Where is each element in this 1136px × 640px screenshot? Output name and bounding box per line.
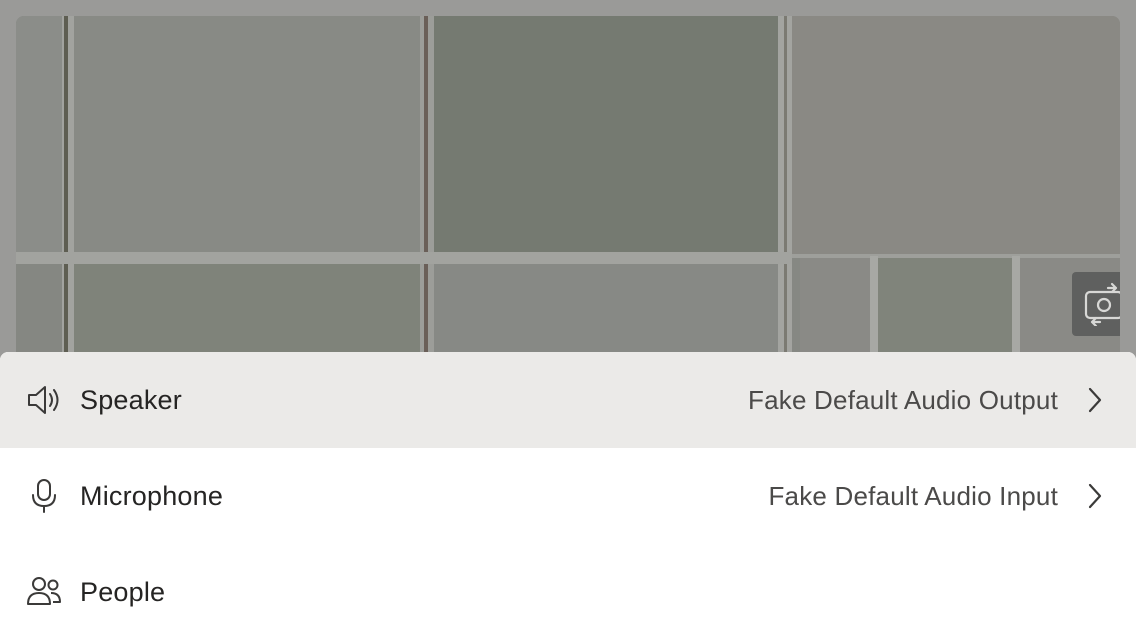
- switch-camera-icon: [1084, 282, 1120, 326]
- camera-preview: [16, 16, 1120, 376]
- switch-camera-button[interactable]: [1072, 272, 1120, 336]
- speaker-device-value: Fake Default Audio Output: [748, 384, 1058, 415]
- people-label: People: [80, 576, 166, 607]
- chevron-right-icon: [1084, 481, 1106, 511]
- microphone-icon: [26, 478, 62, 514]
- speaker-row[interactable]: Speaker Fake Default Audio Output: [0, 352, 1136, 448]
- camera-preview-image: [16, 16, 1120, 376]
- speaker-icon: [26, 382, 62, 418]
- chevron-right-icon: [1084, 385, 1106, 415]
- speaker-label: Speaker: [80, 384, 182, 415]
- microphone-label: Microphone: [80, 480, 224, 511]
- microphone-device-value: Fake Default Audio Input: [768, 480, 1058, 511]
- device-settings-sheet: Speaker Fake Default Audio Output Microp…: [0, 352, 1136, 640]
- people-row[interactable]: People: [0, 544, 1136, 640]
- people-icon: [26, 574, 62, 610]
- microphone-row[interactable]: Microphone Fake Default Audio Input: [0, 448, 1136, 544]
